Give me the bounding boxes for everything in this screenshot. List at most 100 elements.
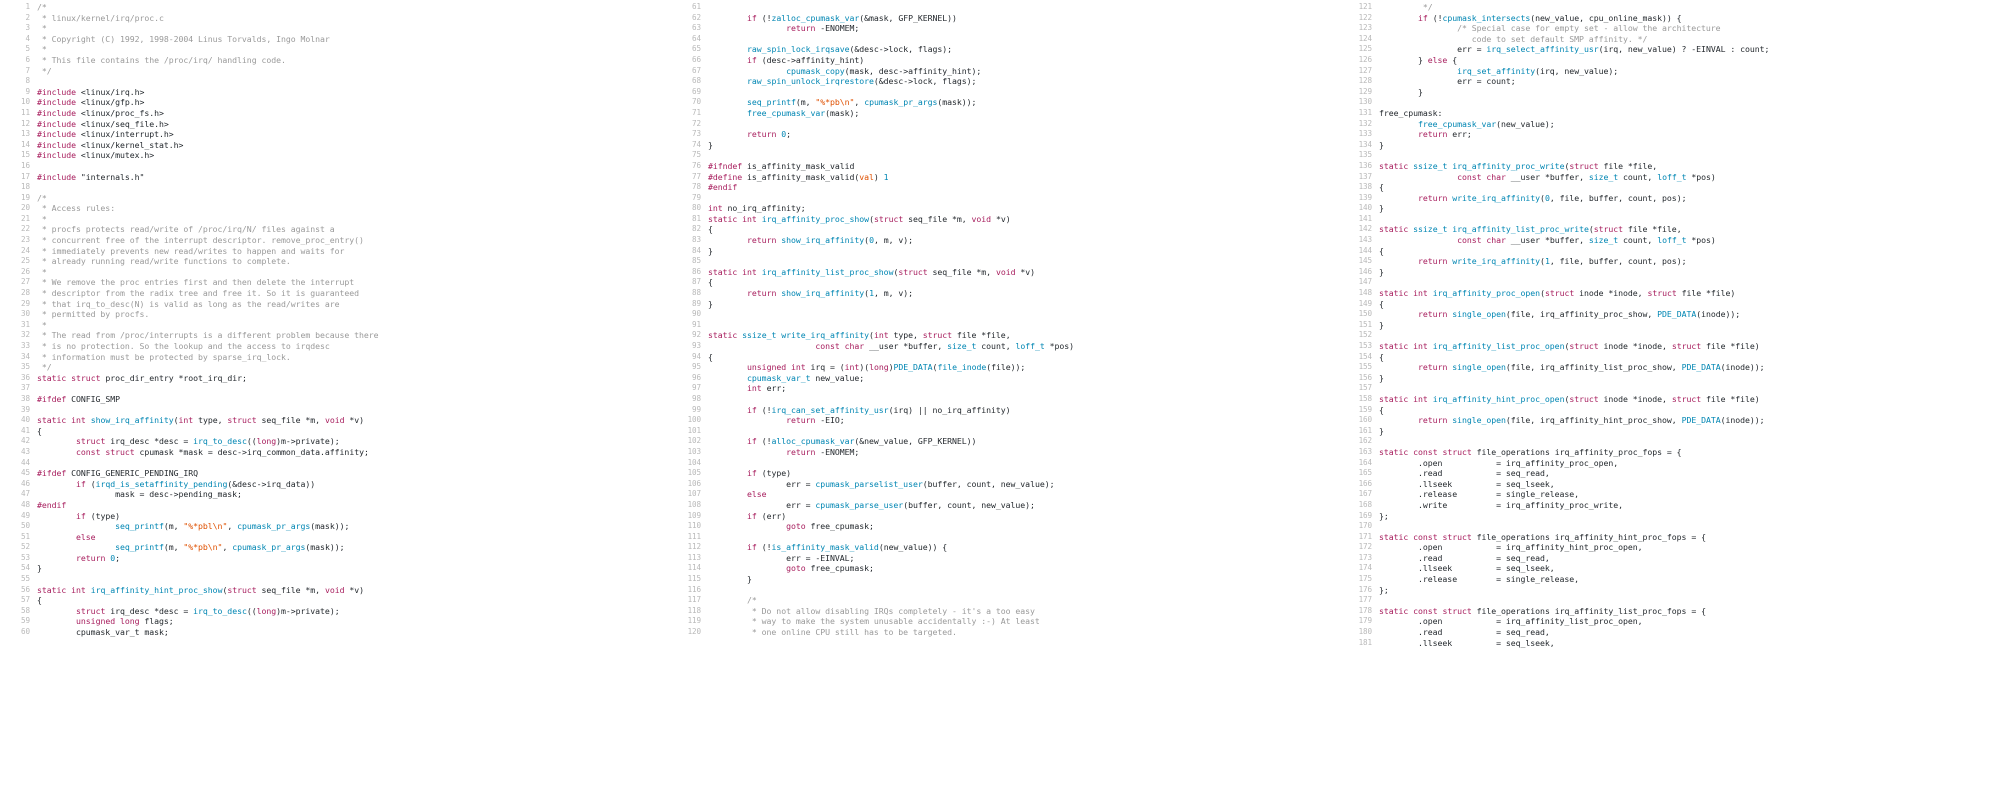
code-line[interactable]: 22 * procfs protects read/write of /proc…	[0, 224, 671, 235]
code-line[interactable]: 15#include <linux/mutex.h>	[0, 150, 671, 161]
code-line[interactable]: 5 *	[0, 44, 671, 55]
source-code-viewer[interactable]: 1/*2 * linux/kernel/irq/proc.c3 *4 * Cop…	[0, 0, 2013, 800]
code-line[interactable]: 124 code to set default SMP affinity. */	[1342, 34, 2013, 45]
code-line[interactable]: 110 goto free_cpumask;	[671, 521, 1342, 532]
code-line[interactable]: 107 else	[671, 489, 1342, 500]
code-line[interactable]: 50 seq_printf(m, "%*pbl\n", cpumask_pr_a…	[0, 521, 671, 532]
code-line[interactable]: 162	[1342, 436, 2013, 447]
code-line[interactable]: 131free_cpumask:	[1342, 108, 2013, 119]
code-line[interactable]: 67 cpumask_copy(mask, desc->affinity_hin…	[671, 66, 1342, 77]
code-line[interactable]: 38#ifdef CONFIG_SMP	[0, 394, 671, 405]
code-line[interactable]: 121 */	[1342, 2, 2013, 13]
code-line[interactable]: 128 err = count;	[1342, 76, 2013, 87]
code-line[interactable]: 25 * already running read/write function…	[0, 256, 671, 267]
code-line[interactable]: 115 }	[671, 574, 1342, 585]
code-line[interactable]: 141	[1342, 214, 2013, 225]
code-line[interactable]: 73 return 0;	[671, 129, 1342, 140]
code-line[interactable]: 106 err = cpumask_parselist_user(buffer,…	[671, 479, 1342, 490]
code-line[interactable]: 139 return write_irq_affinity(0, file, b…	[1342, 193, 2013, 204]
code-line[interactable]: 105 if (type)	[671, 468, 1342, 479]
code-line[interactable]: 48#endif	[0, 500, 671, 511]
code-line[interactable]: 12#include <linux/seq_file.h>	[0, 119, 671, 130]
code-line[interactable]: 130	[1342, 97, 2013, 108]
code-line[interactable]: 126 } else {	[1342, 55, 2013, 66]
code-line[interactable]: 56static int irq_affinity_hint_proc_show…	[0, 585, 671, 596]
code-line[interactable]: 119 * way to make the system unusable ac…	[671, 616, 1342, 627]
code-line[interactable]: 39	[0, 405, 671, 416]
code-line[interactable]: 72	[671, 119, 1342, 130]
code-line[interactable]: 169};	[1342, 511, 2013, 522]
code-line[interactable]: 116	[671, 585, 1342, 596]
code-line[interactable]: 167 .release = single_release,	[1342, 489, 2013, 500]
code-line[interactable]: 51 else	[0, 532, 671, 543]
code-line[interactable]: 147	[1342, 277, 2013, 288]
code-line[interactable]: 80int no_irq_affinity;	[671, 203, 1342, 214]
code-line[interactable]: 64	[671, 34, 1342, 45]
code-line[interactable]: 93 const char __user *buffer, size_t cou…	[671, 341, 1342, 352]
code-line[interactable]: 158static int irq_affinity_hint_proc_ope…	[1342, 394, 2013, 405]
code-line[interactable]: 178static const struct file_operations i…	[1342, 606, 2013, 617]
code-line[interactable]: 96 cpumask_var_t new_value;	[671, 373, 1342, 384]
code-line[interactable]: 66 if (desc->affinity_hint)	[671, 55, 1342, 66]
code-line[interactable]: 164 .open = irq_affinity_proc_open,	[1342, 458, 2013, 469]
code-line[interactable]: 16	[0, 161, 671, 172]
code-line[interactable]: 42 struct irq_desc *desc = irq_to_desc((…	[0, 436, 671, 447]
code-line[interactable]: 170	[1342, 521, 2013, 532]
code-line[interactable]: 85	[671, 256, 1342, 267]
code-line[interactable]: 3 *	[0, 23, 671, 34]
code-line[interactable]: 133 return err;	[1342, 129, 2013, 140]
code-line[interactable]: 75	[671, 150, 1342, 161]
code-line[interactable]: 60 cpumask_var_t mask;	[0, 627, 671, 638]
code-line[interactable]: 18	[0, 182, 671, 193]
code-line[interactable]: 127 irq_set_affinity(irq, new_value);	[1342, 66, 2013, 77]
code-line[interactable]: 61	[671, 2, 1342, 13]
code-line[interactable]: 47 mask = desc->pending_mask;	[0, 489, 671, 500]
code-line[interactable]: 174 .llseek = seq_lseek,	[1342, 563, 2013, 574]
code-line[interactable]: 41{	[0, 426, 671, 437]
code-line[interactable]: 43 const struct cpumask *mask = desc->ir…	[0, 447, 671, 458]
code-line[interactable]: 77#define is_affinity_mask_valid(val) 1	[671, 172, 1342, 183]
code-line[interactable]: 155 return single_open(file, irq_affinit…	[1342, 362, 2013, 373]
code-line[interactable]: 149{	[1342, 299, 2013, 310]
code-line[interactable]: 88 return show_irq_affinity(1, m, v);	[671, 288, 1342, 299]
code-line[interactable]: 94{	[671, 352, 1342, 363]
code-line[interactable]: 181 .llseek = seq_lseek,	[1342, 638, 2013, 649]
code-line[interactable]: 10#include <linux/gfp.h>	[0, 97, 671, 108]
code-line[interactable]: 175 .release = single_release,	[1342, 574, 2013, 585]
code-line[interactable]: 87{	[671, 277, 1342, 288]
code-line[interactable]: 145 return write_irq_affinity(1, file, b…	[1342, 256, 2013, 267]
code-line[interactable]: 176};	[1342, 585, 2013, 596]
code-column-2[interactable]: 61 62 if (!zalloc_cpumask_var(&mask, GFP…	[671, 0, 1342, 800]
code-line[interactable]: 86static int irq_affinity_list_proc_show…	[671, 267, 1342, 278]
code-line[interactable]: 117 /*	[671, 595, 1342, 606]
code-line[interactable]: 19/*	[0, 193, 671, 204]
code-line[interactable]: 111	[671, 532, 1342, 543]
code-line[interactable]: 151}	[1342, 320, 2013, 331]
code-line[interactable]: 27 * We remove the proc entries first an…	[0, 277, 671, 288]
code-line[interactable]: 54}	[0, 563, 671, 574]
code-line[interactable]: 70 seq_printf(m, "%*pb\n", cpumask_pr_ar…	[671, 97, 1342, 108]
code-line[interactable]: 82{	[671, 224, 1342, 235]
code-line[interactable]: 109 if (err)	[671, 511, 1342, 522]
code-line[interactable]: 26 *	[0, 267, 671, 278]
code-line[interactable]: 153static int irq_affinity_list_proc_ope…	[1342, 341, 2013, 352]
code-line[interactable]: 74}	[671, 140, 1342, 151]
code-line[interactable]: 83 return show_irq_affinity(0, m, v);	[671, 235, 1342, 246]
code-line[interactable]: 49 if (type)	[0, 511, 671, 522]
code-line[interactable]: 53 return 0;	[0, 553, 671, 564]
code-line[interactable]: 65 raw_spin_lock_irqsave(&desc->lock, fl…	[671, 44, 1342, 55]
code-line[interactable]: 150 return single_open(file, irq_affinit…	[1342, 309, 2013, 320]
code-line[interactable]: 9#include <linux/irq.h>	[0, 87, 671, 98]
code-line[interactable]: 104	[671, 458, 1342, 469]
code-line[interactable]: 8	[0, 76, 671, 87]
code-line[interactable]: 129 }	[1342, 87, 2013, 98]
code-line[interactable]: 1/*	[0, 2, 671, 13]
code-line[interactable]: 143 const char __user *buffer, size_t co…	[1342, 235, 2013, 246]
code-line[interactable]: 112 if (!is_affinity_mask_valid(new_valu…	[671, 542, 1342, 553]
code-line[interactable]: 154{	[1342, 352, 2013, 363]
code-line[interactable]: 37	[0, 383, 671, 394]
code-line[interactable]: 177	[1342, 595, 2013, 606]
code-line[interactable]: 159{	[1342, 405, 2013, 416]
code-line[interactable]: 179 .open = irq_affinity_list_proc_open,	[1342, 616, 2013, 627]
code-line[interactable]: 29 * that irq_to_desc(N) is valid as lon…	[0, 299, 671, 310]
